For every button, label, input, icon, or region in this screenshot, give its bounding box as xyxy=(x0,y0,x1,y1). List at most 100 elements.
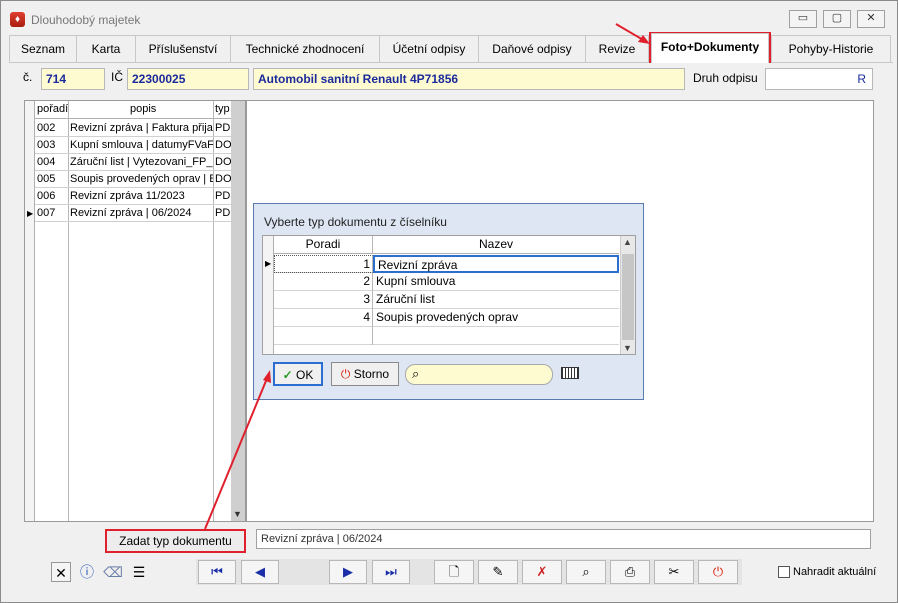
cell-poradi xyxy=(274,327,373,345)
list-item[interactable]: 3 Záruční list xyxy=(274,291,619,309)
print-icon[interactable]: ⎙ xyxy=(610,560,650,584)
list-item[interactable]: 1 Revizní zpráva xyxy=(274,255,619,273)
checkmark-icon: ✓ xyxy=(282,368,293,382)
dialog-scrollbar[interactable]: ▲ ▼ xyxy=(620,236,635,354)
delete-record-icon[interactable]: ✗ xyxy=(522,560,562,584)
tab-ucetni-odpisy[interactable]: Účetní odpisy xyxy=(379,35,479,62)
table-row[interactable]: 006 Revizní zpráva 11/2023 PD xyxy=(35,188,231,205)
app-icon: ♦ xyxy=(10,12,25,27)
maximize-button[interactable]: ▢ xyxy=(823,10,851,28)
col-poradi[interactable]: Poradi xyxy=(274,236,373,254)
tab-bar: Seznam Karta Příslušenství Technické zho… xyxy=(9,33,893,63)
storno-label: Storno xyxy=(353,367,390,381)
cell-popis: Soupis provedených oprav | E xyxy=(70,173,213,185)
cell-typ: PD xyxy=(215,122,231,134)
scroll-thumb[interactable] xyxy=(622,254,634,340)
grid-scrollbar[interactable]: ▼ xyxy=(231,101,245,521)
scroll-down-icon[interactable]: ▼ xyxy=(233,509,242,519)
asset-name-field[interactable]: Automobil sanitní Renault 4P71856 xyxy=(253,68,685,90)
cell-poradi: 3 xyxy=(274,291,373,309)
list-item[interactable]: 2 Kupní smlouva xyxy=(274,273,619,291)
dialog-grid[interactable]: ▶ Poradi Nazev 1 Revizní zpráva 2 Kupní … xyxy=(262,235,636,355)
cell-nazev: Soupis provedených oprav xyxy=(376,310,519,324)
tools-icon[interactable]: ✂ xyxy=(654,560,694,584)
next-record-icon[interactable]: ▶ xyxy=(329,560,367,584)
dialog-grid-header: Poradi Nazev xyxy=(274,236,619,254)
cell-poradi: 002 xyxy=(37,122,56,134)
tab-revize[interactable]: Revize xyxy=(585,35,649,62)
list-item[interactable] xyxy=(274,327,619,345)
tab-karta[interactable]: Karta xyxy=(76,35,136,62)
document-grid[interactable]: ▶ pořadí popis typ 002 Revizní zpráva | … xyxy=(24,100,246,522)
menu-icon[interactable]: ☰ xyxy=(129,562,149,582)
ic-label: IČ xyxy=(111,70,123,84)
nahradit-checkbox[interactable] xyxy=(778,566,790,578)
col-nazev[interactable]: Nazev xyxy=(373,236,619,254)
druh-odpisu-field[interactable]: R xyxy=(765,68,873,90)
tab-pohyby-historie[interactable]: Pohyby-Historie xyxy=(771,35,891,62)
search-document-icon[interactable]: ⌕ xyxy=(566,560,606,584)
table-row[interactable]: 002 Revizní zpráva | Faktura přijat PD xyxy=(35,120,231,137)
col-popis[interactable]: popis xyxy=(130,103,156,115)
tab-danove-odpisy[interactable]: Daňové odpisy xyxy=(478,35,586,62)
table-row[interactable]: 003 Kupní smlouva | datumyFVaFP DO xyxy=(35,137,231,154)
type-picker-dialog: Vyberte typ dokumentu z číselníku ▶ Pora… xyxy=(253,203,644,400)
cell-popis: Revizní zpráva 11/2023 xyxy=(70,190,185,202)
eraser-icon[interactable]: ⌫ xyxy=(103,562,123,582)
list-item[interactable]: 4 Soupis provedených oprav xyxy=(274,309,619,327)
tab-foto-dokumenty[interactable]: Foto+Dokumenty xyxy=(651,33,769,63)
edit-icon[interactable]: ✎ xyxy=(478,560,518,584)
tab-seznam[interactable]: Seznam xyxy=(9,35,77,62)
new-document-icon[interactable]: 🗋 xyxy=(434,560,474,584)
first-record-icon[interactable]: ⏮ xyxy=(198,560,236,584)
current-row-arrow-icon: ▶ xyxy=(27,209,34,218)
cell-nazev: Záruční list xyxy=(376,292,435,306)
delete-icon[interactable]: ✕ xyxy=(51,562,71,582)
cell-poradi: 4 xyxy=(274,309,373,327)
tab-technicke-zhodnoceni[interactable]: Technické zhodnocení xyxy=(230,35,380,62)
row-indicator-column: ▶ xyxy=(263,236,274,354)
previous-record-icon[interactable]: ◀ xyxy=(241,560,279,584)
zadat-typ-dokumentu-button[interactable]: Zadat typ dokumentu xyxy=(105,529,246,553)
scroll-up-icon[interactable]: ▲ xyxy=(623,237,632,247)
col-poradi[interactable]: pořadí xyxy=(37,103,68,115)
cell-poradi: 1 xyxy=(274,255,373,273)
scroll-down-icon[interactable]: ▼ xyxy=(623,343,632,353)
druh-odpisu-label: Druh odpisu xyxy=(693,71,758,85)
cell-popis: Kupní smlouva | datumyFVaFP xyxy=(70,139,213,151)
search-input[interactable]: ⌕ xyxy=(405,364,553,385)
power-icon[interactable]: ⏻ xyxy=(698,560,738,584)
c-field[interactable]: 714 xyxy=(41,68,105,90)
cell-typ: PD xyxy=(215,190,231,202)
dialog-title: Vyberte typ dokumentu z číselníku xyxy=(264,215,447,229)
cell-typ: DO xyxy=(215,139,231,151)
storno-button[interactable]: ⏻ Storno xyxy=(331,362,399,386)
current-row-arrow-icon: ▶ xyxy=(265,259,272,268)
table-row[interactable]: 005 Soupis provedených oprav | E DO xyxy=(35,171,231,188)
cell-poradi: 006 xyxy=(37,190,56,202)
cell-poradi: 2 xyxy=(274,273,373,291)
cell-typ: DO xyxy=(215,156,231,168)
table-row[interactable]: 004 Záruční list | Vytezovani_FP_ DO xyxy=(35,154,231,171)
keyboard-icon[interactable] xyxy=(561,367,579,379)
cell-nazev: Kupní smlouva xyxy=(376,274,456,288)
cell-typ: PD xyxy=(215,207,231,219)
power-icon: ⏻ xyxy=(340,367,351,381)
minimize-button[interactable]: ▭ xyxy=(789,10,817,28)
ic-field[interactable]: 22300025 xyxy=(127,68,249,90)
current-document-field[interactable]: Revizní zpráva | 06/2024 xyxy=(256,529,871,549)
cell-poradi: 005 xyxy=(37,173,56,185)
col-typ[interactable]: typ xyxy=(215,103,230,115)
row-indicator-column: ▶ xyxy=(25,101,35,521)
close-button[interactable]: ✕ xyxy=(857,10,885,28)
title-bar: ♦ Dlouhodobý majetek ▭ ▢ ✕ xyxy=(1,1,897,35)
last-record-icon[interactable]: ⏭ xyxy=(372,560,410,584)
info-icon[interactable]: ⓘ xyxy=(77,562,97,582)
nahradit-label: Nahradit aktuální xyxy=(793,566,877,578)
c-label: č. xyxy=(23,70,33,84)
window-title: Dlouhodobý majetek xyxy=(31,13,141,27)
tab-prislusenstvi[interactable]: Příslušenství xyxy=(135,35,231,62)
ok-button[interactable]: ✓ OK xyxy=(273,362,323,386)
cell-nazev[interactable]: Revizní zpráva xyxy=(373,255,619,273)
table-row[interactable]: 007 Revizní zpráva | 06/2024 PD xyxy=(35,205,231,222)
